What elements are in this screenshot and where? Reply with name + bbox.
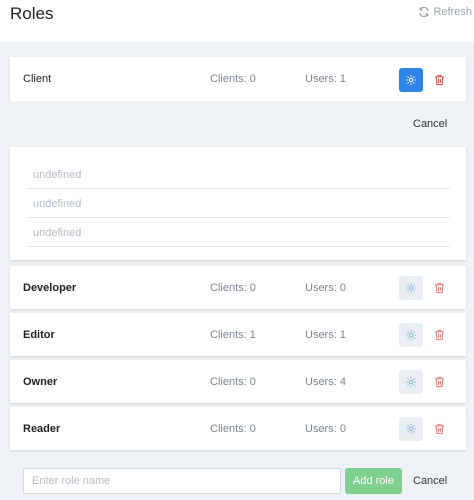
role-delete-button[interactable]: [431, 72, 447, 88]
add-role-button[interactable]: Add role: [345, 468, 402, 494]
role-users-count: Users: 0: [305, 423, 346, 435]
trash-icon: [434, 329, 444, 341]
gear-icon: [406, 377, 416, 387]
role-name: Owner: [23, 376, 58, 388]
role-delete-button[interactable]: [431, 280, 447, 296]
role-row-editor[interactable]: Editor Clients: 1 Users: 1: [10, 313, 466, 356]
role-delete-button[interactable]: [431, 374, 447, 390]
trash-icon: [434, 74, 444, 86]
role-users-count: Users: 4: [305, 376, 346, 388]
refresh-button[interactable]: Refresh: [418, 6, 472, 18]
refresh-label: Refresh: [433, 6, 472, 18]
role-delete-button[interactable]: [431, 421, 447, 437]
trash-icon: [434, 423, 444, 435]
role-settings-button[interactable]: [399, 417, 423, 441]
role-clients-count: Clients: 1: [210, 329, 256, 341]
page-header: Roles Refresh: [0, 0, 474, 42]
role-settings-button[interactable]: [399, 68, 423, 92]
role-name-input[interactable]: [23, 468, 341, 494]
role-users-count: Users: 1: [305, 329, 346, 341]
gear-icon: [406, 283, 416, 293]
role-settings-button[interactable]: [399, 370, 423, 394]
role-name: Developer: [23, 282, 77, 294]
gear-icon: [406, 330, 416, 340]
trash-icon: [434, 282, 444, 294]
role-clients-count: Clients: 0: [210, 376, 256, 388]
role-clients-count: Clients: 0: [210, 282, 256, 294]
role-clients-count: Clients: 0: [210, 423, 256, 435]
add-role-bar: Add role Cancel: [10, 458, 466, 500]
role-row-client[interactable]: Client Clients: 0 Users: 1: [10, 57, 466, 101]
detail-field[interactable]: undefined: [26, 160, 450, 189]
refresh-icon: [419, 6, 430, 18]
role-edit-bar: Cancel: [10, 101, 466, 147]
role-name: Reader: [23, 423, 61, 435]
trash-icon: [434, 376, 444, 388]
cancel-add-link[interactable]: Cancel: [413, 475, 447, 487]
page-title: Roles: [10, 4, 54, 23]
gear-icon: [406, 75, 416, 85]
cancel-edit-link[interactable]: Cancel: [413, 118, 447, 130]
role-settings-button[interactable]: [399, 323, 423, 347]
gear-icon: [406, 424, 416, 434]
role-row-developer[interactable]: Developer Clients: 0 Users: 0: [10, 266, 466, 309]
role-row-reader[interactable]: Reader Clients: 0 Users: 0: [10, 407, 466, 450]
role-users-count: Users: 0: [305, 282, 346, 294]
role-details: undefined undefined undefined: [10, 147, 466, 260]
role-delete-button[interactable]: [431, 327, 447, 343]
detail-field[interactable]: undefined: [26, 218, 450, 247]
role-name: Client: [23, 73, 52, 85]
role-settings-button[interactable]: [399, 276, 423, 300]
role-clients-count: Clients: 0: [210, 73, 256, 85]
detail-field[interactable]: undefined: [26, 189, 450, 218]
role-name: Editor: [23, 329, 55, 341]
role-row-owner[interactable]: Owner Clients: 0 Users: 4: [10, 360, 466, 403]
role-users-count: Users: 1: [305, 73, 346, 85]
